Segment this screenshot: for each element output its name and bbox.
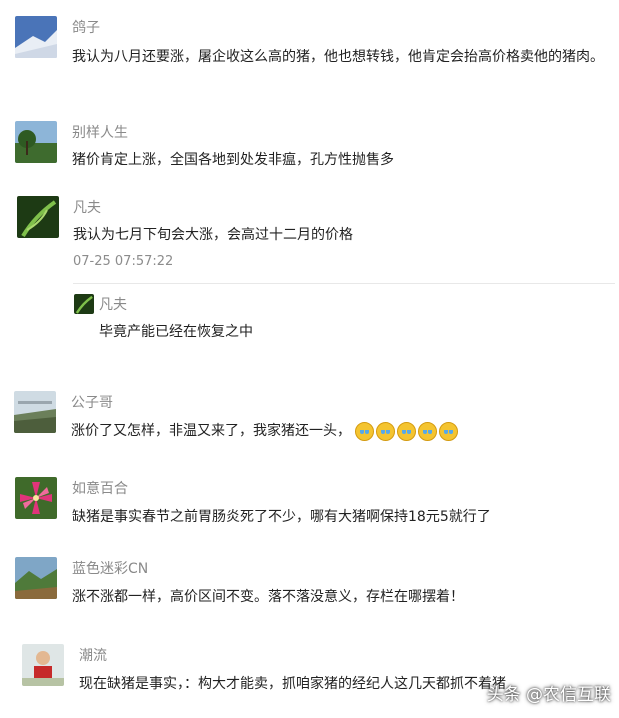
reply-username[interactable]: 凡夫 <box>99 296 127 314</box>
avatar[interactable] <box>15 121 57 163</box>
crying-emoji-icon <box>418 421 437 441</box>
avatar[interactable] <box>14 391 56 433</box>
username[interactable]: 如意百合 <box>72 480 128 498</box>
divider <box>73 283 615 284</box>
crying-emoji-icon <box>355 421 374 441</box>
timestamp: 07-25 07:57:22 <box>73 254 174 269</box>
avatar[interactable] <box>15 557 57 599</box>
crying-emoji-icon <box>397 421 416 441</box>
avatar[interactable] <box>22 644 64 686</box>
username[interactable]: 鸽子 <box>72 19 100 37</box>
comment-text: 缺猪是事实春节之前胃肠炎死了不少，哪有大猪啊保持18元5就行了 <box>72 509 491 525</box>
comment-text: 涨价了又怎样，非温又来了，我家猪还一头， <box>71 418 611 444</box>
comment-text: 我认为七月下旬会大涨，会高过十二月的价格 <box>73 227 353 243</box>
avatar[interactable] <box>15 477 57 519</box>
emoji-row <box>355 418 460 444</box>
avatar[interactable] <box>15 16 57 58</box>
crying-emoji-icon <box>439 421 458 441</box>
username[interactable]: 别样人生 <box>72 124 128 142</box>
username[interactable]: 公子哥 <box>71 394 113 412</box>
avatar[interactable] <box>74 294 94 314</box>
reply-text: 毕竟产能已经在恢复之中 <box>99 324 253 340</box>
username[interactable]: 凡夫 <box>73 199 101 217</box>
watermark: 头条 @农信互联 <box>486 685 611 705</box>
comment-text-content: 涨价了又怎样，非温又来了，我家猪还一头， <box>71 423 351 439</box>
username[interactable]: 蓝色迷彩CN <box>72 560 148 578</box>
comment-text: 我认为八月还要涨，屠企收这么高的猪，他也想转钱，他肯定会抬高价格卖他的猪肉。 <box>72 49 604 65</box>
comment-text: 猪价肯定上涨，全国各地到处发非瘟，孔方性抛售多 <box>72 152 394 168</box>
crying-emoji-icon <box>376 421 395 441</box>
comment-text: 涨不涨都一样，高价区间不变。落不落没意义，存栏在哪摆着！ <box>72 589 464 605</box>
avatar[interactable] <box>17 196 59 238</box>
username[interactable]: 潮流 <box>79 647 107 665</box>
